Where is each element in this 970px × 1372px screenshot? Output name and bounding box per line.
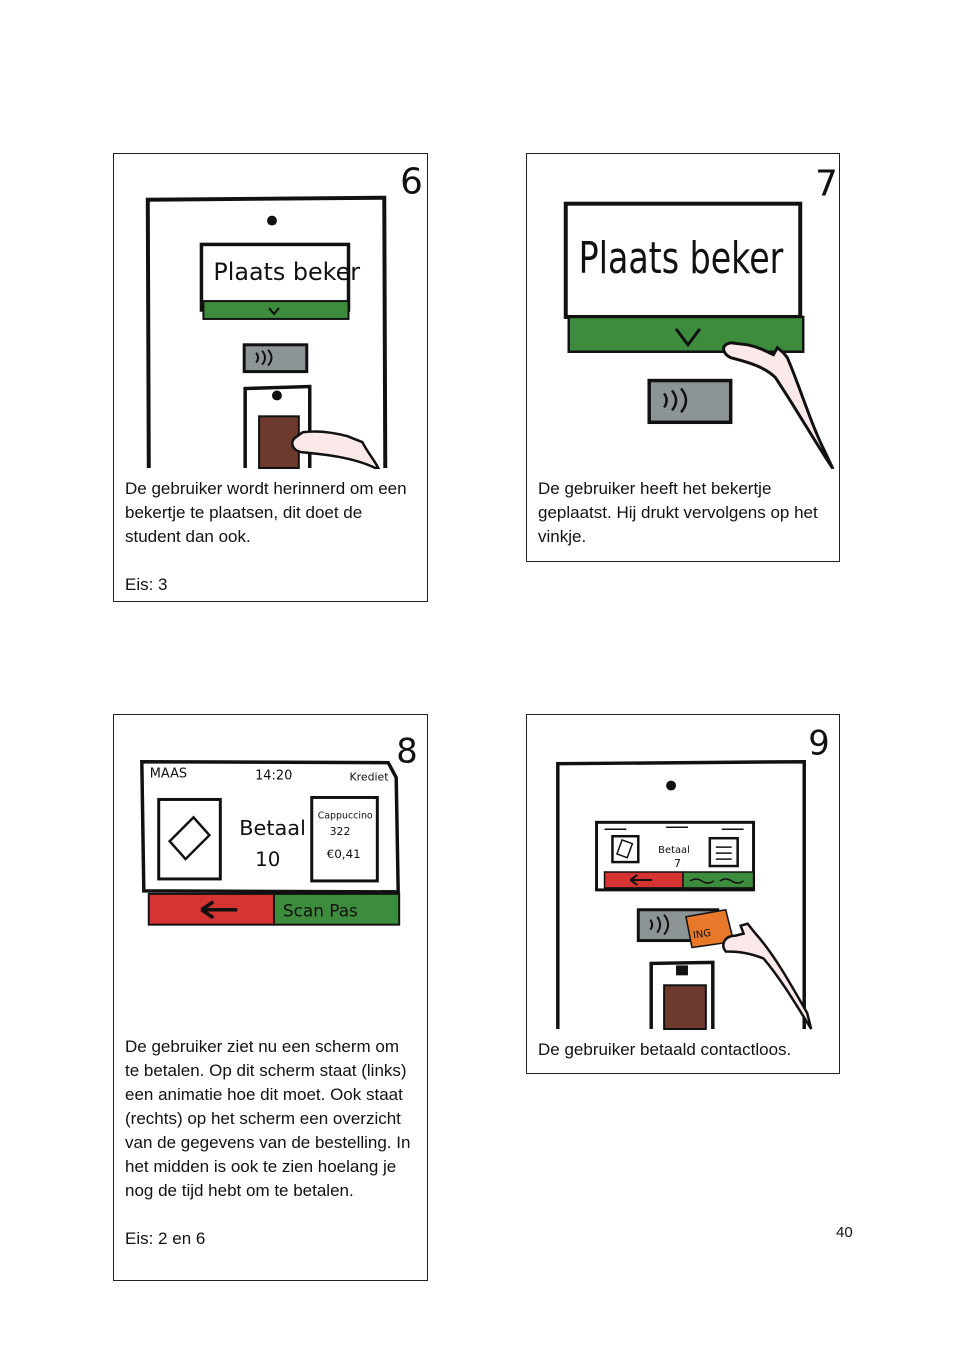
panel-9-number: 9 (808, 724, 829, 763)
panel-8-sketch: 8 MAAS 14:20 Krediet Betaal 10 Cappuccin… (113, 714, 428, 1028)
caption-text: De gebruiker wordt herinnerd om een beke… (125, 479, 407, 546)
camera-dot (267, 215, 277, 226)
credit-label: Krediet (349, 771, 389, 784)
scan-card-label: Scan Pas (283, 901, 358, 921)
animation-box (611, 834, 640, 864)
confirm-bar (567, 315, 805, 353)
order-number: 322 (330, 825, 351, 838)
panel-7-drawing: 7 Plaats beker (563, 164, 838, 469)
page-number: 40 (836, 1224, 853, 1241)
panel-8-caption: De gebruiker ziet nu een scherm om te be… (113, 1027, 428, 1281)
clock: 14:20 (255, 769, 292, 784)
screen-text: Plaats beker (213, 258, 360, 286)
nfc-reader (242, 343, 309, 374)
hand (722, 341, 835, 469)
pay-label: Betaal (239, 816, 306, 840)
animation-box (157, 797, 222, 881)
slot-dot (676, 965, 688, 976)
caption-text: De gebruiker betaald contactloos. (538, 1040, 792, 1059)
caption-text: De gebruiker ziet nu een scherm om te be… (125, 1037, 411, 1200)
panel-9-caption: De gebruiker betaald contactloos. (526, 1030, 840, 1074)
countdown: 10 (255, 848, 280, 871)
hand (722, 922, 813, 1030)
pay-label: Betaal (658, 845, 690, 856)
brand-label: MAAS (150, 767, 187, 782)
cup (663, 984, 707, 1030)
countdown: 7 (674, 857, 681, 870)
order-product: Cappuccino (318, 810, 373, 821)
screen-text: Plaats beker (579, 233, 784, 284)
order-summary (708, 836, 739, 868)
caption-text: De gebruiker heeft het bekertje geplaats… (538, 479, 818, 546)
panel-6-caption: De gebruiker wordt herinnerd om een beke… (113, 469, 428, 602)
panel-7-number: 7 (815, 164, 838, 205)
requirement: Eis: 2 en 6 (125, 1229, 206, 1248)
panel-8-drawing: 8 MAAS 14:20 Krediet Betaal 10 Cappuccin… (140, 732, 418, 926)
requirement: Eis: 3 (125, 575, 168, 594)
panel-9-drawing: 9 Betaal 7 ING (556, 724, 830, 1030)
panel-9-sketch: 9 Betaal 7 ING (526, 714, 840, 1031)
panel-8-number: 8 (396, 732, 417, 771)
order-price: €0,41 (327, 847, 361, 861)
nfc-reader (647, 378, 733, 425)
panel-6-number: 6 (400, 162, 423, 203)
camera-dot (666, 780, 677, 791)
panel-6-sketch: 6 Plaats beker (113, 153, 428, 470)
panel-7-sketch: 7 Plaats beker (526, 153, 840, 470)
confirm-bar (202, 300, 350, 320)
panel-6-drawing: 6 Plaats beker (145, 162, 423, 469)
slot-dot (271, 390, 282, 401)
panel-7-caption: De gebruiker heeft het bekertje geplaats… (526, 469, 840, 562)
